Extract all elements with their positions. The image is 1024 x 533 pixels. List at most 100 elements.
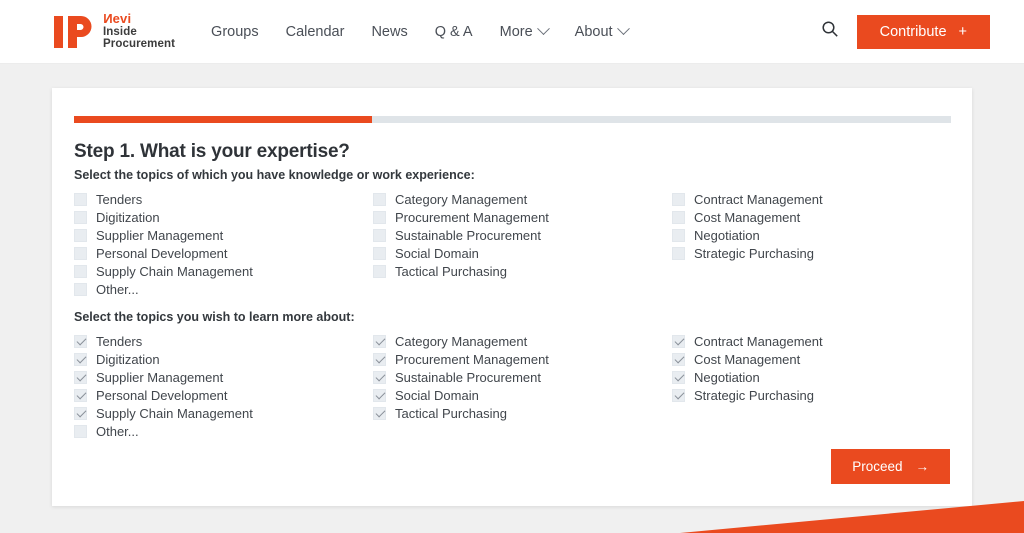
checkbox-row[interactable]: Other... <box>74 422 373 440</box>
nav-label: Q & A <box>434 23 473 40</box>
nav-label: Calendar <box>285 23 345 40</box>
nav-item-more[interactable]: More <box>500 22 550 40</box>
checkbox-row[interactable]: Digitization <box>74 208 373 226</box>
checkbox-checked-icon[interactable] <box>373 352 386 366</box>
checkbox-row[interactable]: Social Domain <box>373 386 672 404</box>
checkbox-row[interactable]: Other... <box>74 280 373 298</box>
section-label: Select the topics you wish to learn more… <box>74 310 355 324</box>
checkbox-checked-icon[interactable] <box>672 334 685 348</box>
checkbox-row[interactable]: Negotiation <box>672 368 951 386</box>
checkbox-checked-icon[interactable] <box>672 352 685 366</box>
checkbox-row[interactable]: Supplier Management <box>74 368 373 386</box>
checkbox-row[interactable]: Strategic Purchasing <box>672 244 951 262</box>
checkbox-label: Sustainable Procurement <box>395 369 541 385</box>
checkbox-label: Procurement Management <box>395 351 549 367</box>
checkbox-row[interactable]: Category Management <box>373 332 672 350</box>
checkbox-checked-icon[interactable] <box>672 388 685 402</box>
checkbox-row[interactable]: Cost Management <box>672 208 951 226</box>
search-icon[interactable] <box>821 20 839 43</box>
checkbox-row[interactable]: Sustainable Procurement <box>373 226 672 244</box>
checkbox-unchecked-icon[interactable] <box>373 210 386 224</box>
checkbox-unchecked-icon[interactable] <box>373 246 386 260</box>
contribute-label: Contribute <box>879 23 947 40</box>
checkbox-label: Contract Management <box>694 191 823 207</box>
checkbox-label: Supply Chain Management <box>96 405 253 421</box>
checkbox-row[interactable]: Tactical Purchasing <box>373 262 672 280</box>
proceed-button[interactable]: Proceed → <box>831 449 950 484</box>
nav-item-calendar[interactable]: Calendar <box>286 24 345 40</box>
checkbox-checked-icon[interactable] <box>74 370 87 384</box>
checkbox-checked-icon[interactable] <box>373 388 386 402</box>
plus-icon: + <box>958 23 967 40</box>
checkbox-row[interactable]: Digitization <box>74 350 373 368</box>
checkbox-unchecked-icon[interactable] <box>672 228 685 242</box>
site-header: Nevi Inside Procurement Groups Calendar … <box>0 0 1024 64</box>
checkbox-row[interactable]: Contract Management <box>672 332 951 350</box>
checkbox-checked-icon[interactable] <box>373 334 386 348</box>
checkbox-unchecked-icon[interactable] <box>373 264 386 278</box>
checkbox-unchecked-icon[interactable] <box>74 424 87 438</box>
checkbox-label: Other... <box>96 423 139 439</box>
section-learn: Select the topics you wish to learn more… <box>74 310 951 440</box>
checkbox-checked-icon[interactable] <box>672 370 685 384</box>
nav-item-news[interactable]: News <box>371 24 407 40</box>
checkbox-checked-icon[interactable] <box>74 406 87 420</box>
checkbox-row[interactable]: Cost Management <box>672 350 951 368</box>
header-actions: Contribute + <box>821 14 990 49</box>
checkbox-label: Supplier Management <box>96 369 224 385</box>
checkbox-row[interactable]: Supply Chain Management <box>74 404 373 422</box>
checkbox-checked-icon[interactable] <box>74 388 87 402</box>
site-logo[interactable]: Nevi Inside Procurement <box>52 11 175 52</box>
checkbox-row[interactable]: Tenders <box>74 332 373 350</box>
checkbox-label: Contract Management <box>694 333 823 349</box>
checkbox-checked-icon[interactable] <box>373 370 386 384</box>
checkbox-row[interactable]: Tenders <box>74 190 373 208</box>
checkbox-unchecked-icon[interactable] <box>74 246 87 260</box>
checkbox-label: Other... <box>96 281 139 297</box>
contribute-button[interactable]: Contribute + <box>856 14 990 49</box>
checkbox-label: Negotiation <box>694 227 760 243</box>
checkbox-unchecked-icon[interactable] <box>74 282 87 296</box>
checkbox-unchecked-icon[interactable] <box>74 264 87 278</box>
ip-logo-icon <box>52 12 96 52</box>
checkbox-checked-icon[interactable] <box>373 406 386 420</box>
arrow-right-icon: → <box>915 459 930 474</box>
checkbox-label: Tactical Purchasing <box>395 263 507 279</box>
nav-label: News <box>371 23 408 40</box>
checkbox-unchecked-icon[interactable] <box>672 192 685 206</box>
checkbox-row[interactable]: Sustainable Procurement <box>373 368 672 386</box>
checkbox-row[interactable]: Personal Development <box>74 244 373 262</box>
nav-label: Groups <box>211 23 259 40</box>
checkbox-label: Supply Chain Management <box>96 263 253 279</box>
checkbox-unchecked-icon[interactable] <box>74 192 87 206</box>
checkbox-row[interactable]: Tactical Purchasing <box>373 404 672 422</box>
checkbox-row[interactable]: Supplier Management <box>74 226 373 244</box>
checkbox-row[interactable]: Contract Management <box>672 190 951 208</box>
checkbox-unchecked-icon[interactable] <box>373 192 386 206</box>
checkbox-unchecked-icon[interactable] <box>672 246 685 260</box>
chevron-down-icon <box>536 22 550 36</box>
checkbox-row[interactable]: Personal Development <box>74 386 373 404</box>
checkbox-row[interactable]: Category Management <box>373 190 672 208</box>
checkbox-unchecked-icon[interactable] <box>672 210 685 224</box>
checkbox-row[interactable]: Strategic Purchasing <box>672 386 951 404</box>
checkbox-row[interactable]: Supply Chain Management <box>74 262 373 280</box>
nav-item-about[interactable]: About <box>575 22 630 40</box>
checkbox-row[interactable]: Negotiation <box>672 226 951 244</box>
checkbox-unchecked-icon[interactable] <box>74 210 87 224</box>
logo-line-1: Inside <box>103 26 137 39</box>
nav-item-qa[interactable]: Q & A <box>435 24 473 40</box>
checkbox-label: Personal Development <box>96 245 228 261</box>
nav-item-groups[interactable]: Groups <box>211 24 259 40</box>
checkbox-row[interactable]: Social Domain <box>373 244 672 262</box>
progress-bar-fill <box>74 116 373 123</box>
checkbox-label: Category Management <box>395 333 528 349</box>
checkbox-label: Tenders <box>96 191 143 207</box>
checkbox-checked-icon[interactable] <box>74 352 87 366</box>
checkbox-row[interactable]: Procurement Management <box>373 350 672 368</box>
checkbox-row[interactable]: Procurement Management <box>373 208 672 226</box>
checkbox-label: Sustainable Procurement <box>395 227 541 243</box>
checkbox-unchecked-icon[interactable] <box>373 228 386 242</box>
checkbox-unchecked-icon[interactable] <box>74 228 87 242</box>
checkbox-checked-icon[interactable] <box>74 334 87 348</box>
